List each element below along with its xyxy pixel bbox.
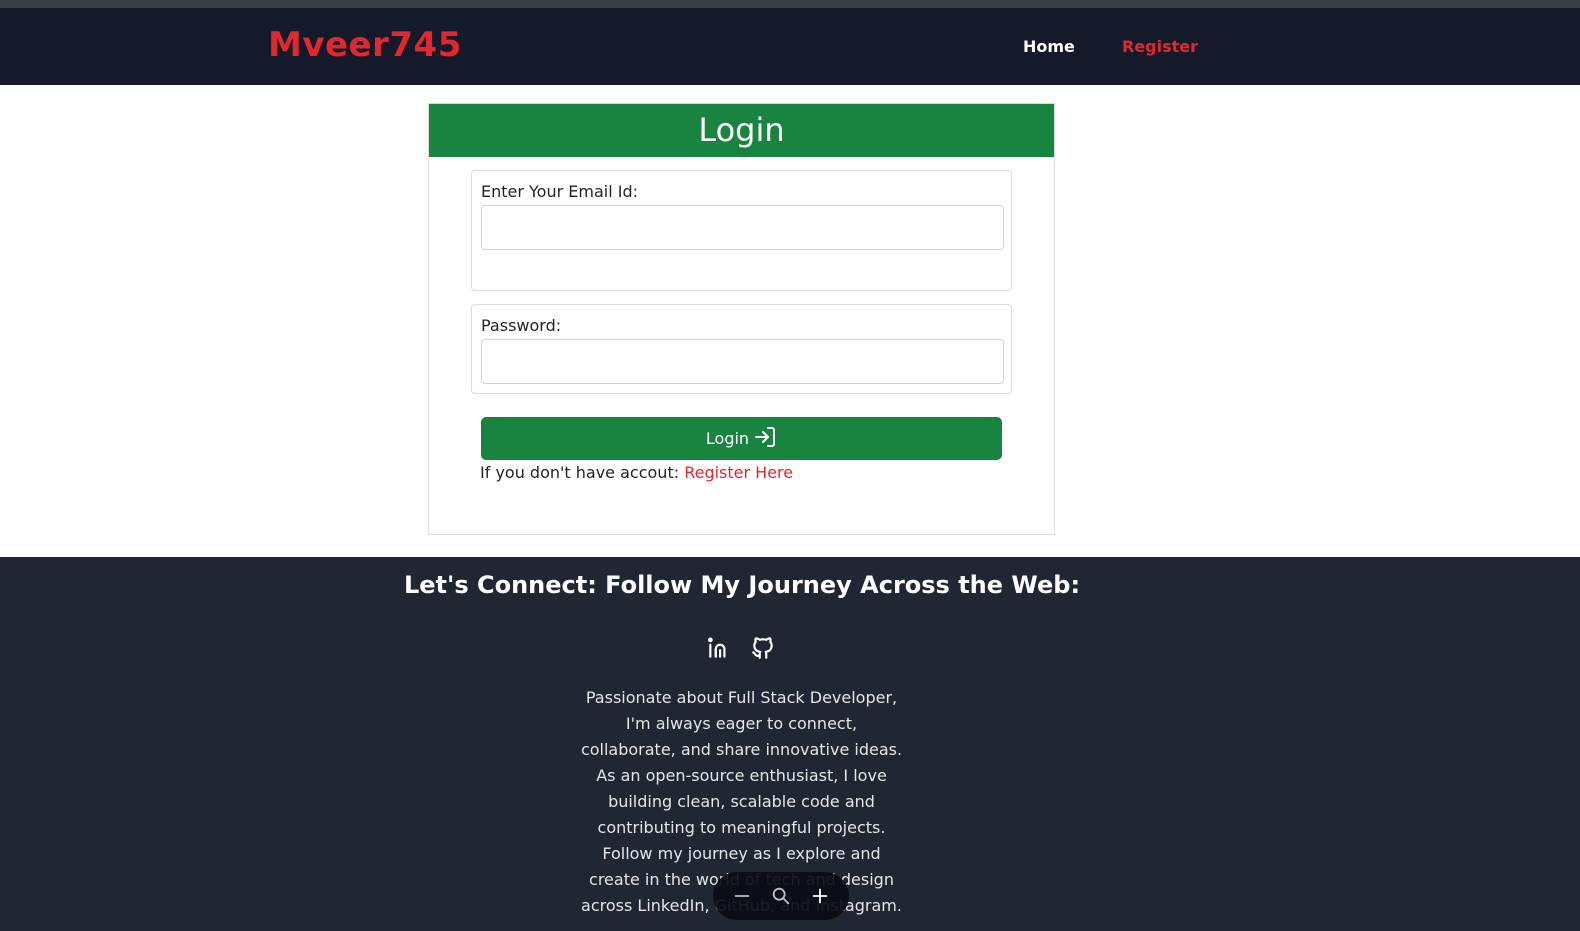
register-here-link[interactable]: Register Here bbox=[684, 463, 793, 482]
social-links bbox=[706, 635, 776, 661]
brand-logo[interactable]: Mveer745 bbox=[268, 25, 462, 65]
login-button-label: Login bbox=[705, 429, 750, 448]
browser-top-line bbox=[0, 0, 1580, 8]
magnifier-icon[interactable] bbox=[769, 884, 793, 908]
login-arrow-icon bbox=[753, 425, 777, 453]
email-form-group: Enter Your Email Id: bbox=[471, 170, 1012, 291]
email-input[interactable] bbox=[481, 205, 1004, 250]
github-icon[interactable] bbox=[750, 635, 776, 661]
register-prompt-line: If you don't have accout: Register Here bbox=[480, 463, 793, 482]
nav-link-home[interactable]: Home bbox=[1023, 37, 1075, 56]
zoom-out-icon[interactable] bbox=[730, 884, 754, 908]
linkedin-icon[interactable] bbox=[706, 635, 732, 661]
nav-link-register[interactable]: Register bbox=[1122, 37, 1198, 56]
login-header: Login bbox=[429, 104, 1054, 157]
navbar: Mveer745 Home Register bbox=[0, 8, 1580, 85]
login-card: Login Enter Your Email Id: Password: Log… bbox=[428, 103, 1055, 535]
email-label: Enter Your Email Id: bbox=[481, 182, 639, 201]
login-button[interactable]: Login bbox=[481, 417, 1002, 460]
password-input[interactable] bbox=[481, 339, 1004, 384]
zoom-in-icon[interactable] bbox=[808, 884, 832, 908]
password-label: Password: bbox=[481, 316, 562, 335]
zoom-controls bbox=[713, 872, 849, 920]
footer-title: Let's Connect: Follow My Journey Across … bbox=[403, 571, 1081, 599]
password-form-group: Password: bbox=[471, 304, 1012, 394]
register-prompt-text: If you don't have accout: bbox=[480, 463, 680, 482]
